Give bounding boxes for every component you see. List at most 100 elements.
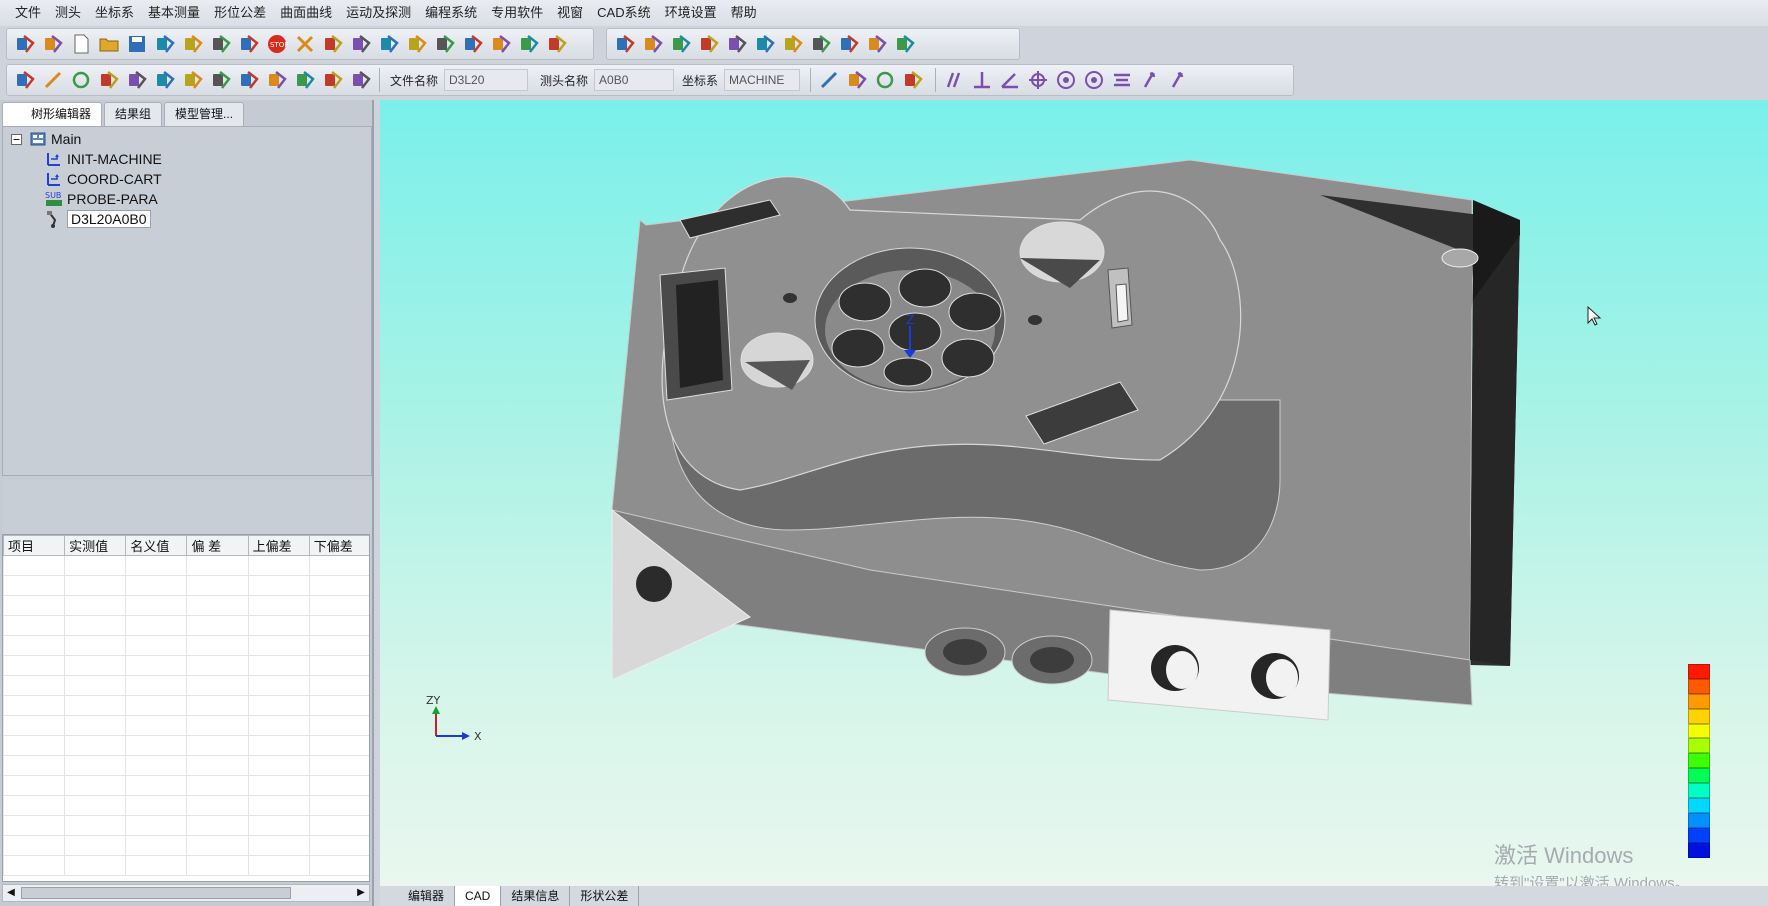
column-header[interactable]: 项目 — [3, 535, 66, 556]
menu-item[interactable]: 基本测量 — [141, 0, 207, 26]
menu-item[interactable]: 编程系统 — [418, 0, 484, 26]
tab-cad[interactable]: CAD — [455, 886, 502, 906]
cone-icon[interactable] — [432, 31, 458, 57]
column-header[interactable]: 下偏差 — [308, 535, 369, 556]
table-row[interactable] — [3, 715, 369, 736]
table-row[interactable] — [3, 555, 369, 576]
circle-icon[interactable] — [68, 67, 94, 93]
column-header[interactable]: 上偏差 — [247, 535, 310, 556]
runout-icon[interactable] — [1137, 67, 1163, 93]
unlock-icon[interactable] — [180, 31, 206, 57]
arm-icon[interactable] — [488, 31, 514, 57]
tree-node-coord-cart[interactable]: COORD-CART — [45, 169, 162, 189]
point-icon[interactable] — [12, 67, 38, 93]
tab-editor[interactable]: 编辑器 — [398, 886, 456, 906]
column-header[interactable]: 偏 差 — [186, 535, 249, 556]
rect-tol-icon[interactable] — [844, 67, 870, 93]
tree-node-d3l20a0b0[interactable]: D3L20A0B0 — [45, 209, 151, 229]
table-row[interactable] — [3, 695, 369, 716]
table-row[interactable] — [3, 775, 369, 796]
circle-tol-icon[interactable] — [872, 67, 898, 93]
scroll-thumb[interactable] — [21, 887, 291, 899]
cone-icon[interactable] — [236, 67, 262, 93]
table-row[interactable] — [3, 855, 369, 876]
table-row[interactable] — [3, 615, 369, 636]
table-row[interactable] — [3, 575, 369, 596]
slot-icon[interactable] — [152, 67, 178, 93]
menu-item[interactable]: 运动及探测 — [339, 0, 418, 26]
table-row[interactable] — [3, 735, 369, 756]
tab-result-info[interactable]: 结果信息 — [501, 886, 571, 906]
sphere-icon[interactable] — [208, 67, 234, 93]
feature-icon[interactable] — [348, 67, 374, 93]
home-icon[interactable] — [696, 31, 722, 57]
tree-node-probe-para[interactable]: SUB PROBE-PARA — [45, 189, 158, 209]
table-row[interactable] — [3, 635, 369, 656]
cylinder-tol-icon[interactable] — [900, 67, 926, 93]
menu-item[interactable]: 曲面曲线 — [273, 0, 339, 26]
align2-icon[interactable] — [376, 31, 402, 57]
menu-item[interactable]: 视窗 — [550, 0, 590, 26]
box-icon[interactable] — [292, 67, 318, 93]
chart-icon[interactable] — [864, 31, 890, 57]
export-icon[interactable] — [668, 31, 694, 57]
cad-viewport[interactable]: Z ZY X — [380, 100, 1768, 886]
delete-icon[interactable] — [292, 31, 318, 57]
angle-icon[interactable] — [997, 67, 1023, 93]
ellipse-icon[interactable] — [124, 67, 150, 93]
table-row[interactable] — [3, 595, 369, 616]
probe-icon[interactable] — [460, 31, 486, 57]
line-icon[interactable] — [40, 67, 66, 93]
symmetry-icon[interactable] — [1109, 67, 1135, 93]
menu-item[interactable]: 环境设置 — [658, 0, 724, 26]
probe-name-field[interactable]: A0B0 — [594, 69, 675, 91]
perpendicular-icon[interactable] — [969, 67, 995, 93]
coord-system-field[interactable]: MACHINE — [724, 69, 801, 91]
table-row[interactable] — [3, 655, 369, 676]
arc-icon[interactable] — [96, 67, 122, 93]
layers-icon[interactable] — [724, 31, 750, 57]
scroll-left-icon[interactable]: ◀ — [3, 885, 19, 901]
save-icon[interactable] — [124, 31, 150, 57]
edit-icon[interactable] — [236, 31, 262, 57]
total-runout-icon[interactable] — [1165, 67, 1191, 93]
menu-item[interactable]: 帮助 — [724, 0, 764, 26]
print-preview-icon[interactable] — [40, 31, 66, 57]
column-header[interactable]: 名义值 — [125, 535, 188, 556]
collapse-icon[interactable] — [7, 130, 25, 148]
concentric-icon[interactable] — [1053, 67, 1079, 93]
spin-icon[interactable] — [752, 31, 778, 57]
cylinder-icon[interactable] — [180, 67, 206, 93]
sub-icon[interactable] — [892, 31, 918, 57]
file-name-field[interactable]: D3L20 — [444, 69, 529, 91]
parallel-icon[interactable] — [941, 67, 967, 93]
menu-item[interactable]: 形位公差 — [207, 0, 273, 26]
align-icon[interactable] — [348, 31, 374, 57]
column-header[interactable]: 实测值 — [64, 535, 127, 556]
joystick-icon[interactable] — [808, 31, 834, 57]
table-row[interactable] — [3, 835, 369, 856]
tree-node-main[interactable]: Main — [7, 129, 81, 149]
new-icon[interactable] — [68, 31, 94, 57]
table-row[interactable] — [3, 795, 369, 816]
wave-icon[interactable] — [516, 31, 542, 57]
menu-item[interactable]: 坐标系 — [88, 0, 141, 26]
table-row[interactable] — [3, 815, 369, 836]
tab-form-tolerance[interactable]: 形状公差 — [570, 886, 640, 906]
table-row[interactable] — [3, 755, 369, 776]
horizontal-scrollbar[interactable]: ◀ ▶ — [2, 884, 370, 902]
lbar-icon[interactable] — [544, 31, 570, 57]
tool-icon[interactable] — [320, 31, 346, 57]
menu-item[interactable]: 文件 — [8, 0, 48, 26]
tab-model-manager[interactable]: 模型管理... — [164, 102, 245, 126]
menu-item[interactable]: 测头 — [48, 0, 88, 26]
menu-item[interactable]: CAD系统 — [590, 0, 657, 26]
folder-icon[interactable] — [96, 31, 122, 57]
tab-tree-editor[interactable]: 树形编辑器 — [2, 102, 103, 126]
green-icon[interactable] — [836, 31, 862, 57]
plane-icon[interactable] — [264, 67, 290, 93]
position-icon[interactable] — [1025, 67, 1051, 93]
printer-icon[interactable] — [640, 31, 666, 57]
line-tol-icon[interactable] — [816, 67, 842, 93]
print-icon[interactable] — [612, 31, 638, 57]
